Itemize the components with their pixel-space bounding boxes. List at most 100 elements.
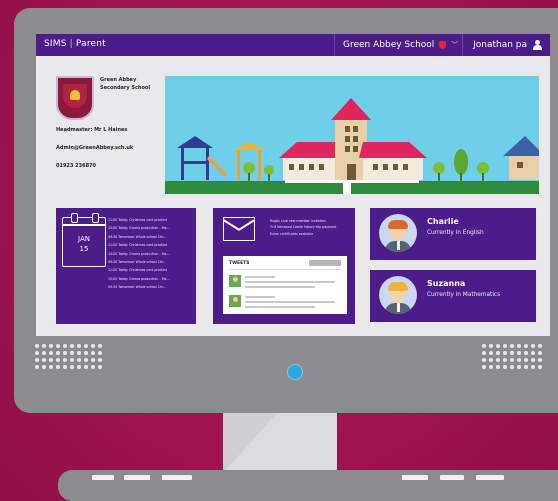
- calendar-day: 15: [79, 245, 89, 253]
- event-item[interactable]: 15:00 Today: Drama production – Ma...: [108, 275, 194, 283]
- student-avatar: [379, 276, 417, 314]
- speaker-hole: [84, 365, 88, 369]
- speaker-hole: [91, 365, 95, 369]
- student-card-charlie[interactable]: Charlie Currently in English: [370, 208, 536, 260]
- school-hero-illustration: [165, 76, 539, 194]
- calendar-month: JAN: [78, 235, 90, 243]
- speaker-hole: [91, 351, 95, 355]
- speaker-hole: [42, 344, 46, 348]
- stand-shadow: [223, 413, 277, 473]
- event-item[interactable]: 11:00 Today: Christmas card practice: [108, 216, 194, 224]
- event-item[interactable]: 09:30 Tomorrow: Whole school Chr...: [108, 233, 194, 241]
- speaker-hole: [489, 351, 493, 355]
- avatar-hair: [388, 282, 408, 291]
- speaker-hole: [510, 358, 514, 362]
- speaker-hole: [98, 358, 102, 362]
- speaker-hole: [35, 344, 39, 348]
- speaker-hole: [517, 344, 521, 348]
- speaker-hole: [56, 365, 60, 369]
- speaker-hole: [49, 365, 53, 369]
- speaker-hole: [482, 344, 486, 348]
- speaker-hole: [42, 358, 46, 362]
- speaker-hole: [482, 351, 486, 355]
- speaker-hole: [524, 358, 528, 362]
- speaker-hole: [489, 344, 493, 348]
- speaker-hole: [496, 351, 500, 355]
- speaker-hole: [538, 344, 542, 348]
- event-item[interactable]: 11:00 Today: Christmas card practice: [108, 266, 194, 274]
- tweets-title: TWEETS: [229, 261, 250, 266]
- speaker-hole: [42, 351, 46, 355]
- app-brand[interactable]: SIMS | Parent: [44, 39, 106, 49]
- speaker-hole: [98, 344, 102, 348]
- keyboard-key: [124, 475, 150, 480]
- event-item[interactable]: 09:30 Tomorrow: Whole school Chr...: [108, 283, 194, 291]
- crest-lion-icon: [63, 84, 87, 108]
- speaker-hole: [63, 351, 67, 355]
- speaker-hole: [496, 365, 500, 369]
- speaker-hole: [98, 365, 102, 369]
- speaker-hole: [510, 365, 514, 369]
- speaker-hole: [531, 344, 535, 348]
- user-name: Jonathan pa: [473, 40, 527, 50]
- event-list: 11:00 Today: Christmas card practice 15:…: [108, 216, 194, 292]
- app-name: SIMS: [44, 39, 67, 49]
- speaker-hole: [63, 365, 67, 369]
- student-name: Suzanna: [427, 279, 466, 288]
- power-light-icon[interactable]: [288, 365, 302, 379]
- speaker-hole: [70, 358, 74, 362]
- event-item[interactable]: 15:00 Today: Drama production – Ma...: [108, 224, 194, 232]
- event-item[interactable]: 09:30 Tomorrow: Whole school Chr...: [108, 258, 194, 266]
- section-name: Parent: [75, 39, 106, 49]
- student-card-suzanna[interactable]: Suzanna Currently in Mathematics: [370, 270, 536, 322]
- event-item[interactable]: 11:00 Today: Christmas card practice: [108, 241, 194, 249]
- speaker-hole: [531, 351, 535, 355]
- avatar-hair: [388, 220, 408, 229]
- speaker-hole: [524, 351, 528, 355]
- calendar-card[interactable]: JAN 15 11:00 Today: Christmas card pract…: [56, 208, 196, 324]
- speaker-hole: [84, 344, 88, 348]
- speaker-hole: [49, 358, 53, 362]
- speaker-hole: [510, 344, 514, 348]
- message-list: Rugby club new member invitation Yr 8 Ke…: [270, 218, 352, 237]
- speaker-hole: [482, 365, 486, 369]
- student-avatar: [379, 214, 417, 252]
- speaker-hole: [42, 365, 46, 369]
- school-email-link[interactable]: Admin@GreenAbbey.sch.uk: [56, 145, 133, 151]
- speaker-hole: [489, 358, 493, 362]
- event-item[interactable]: 15:00 Today: Drama production – Ma...: [108, 250, 194, 258]
- tweets-follow-button[interactable]: [309, 260, 341, 266]
- speaker-hole: [496, 344, 500, 348]
- tweet-item[interactable]: [229, 275, 341, 293]
- speaker-hole: [84, 358, 88, 362]
- speaker-hole: [56, 344, 60, 348]
- brand-divider: |: [69, 39, 73, 49]
- speaker-hole: [49, 351, 53, 355]
- speaker-hole: [35, 351, 39, 355]
- chevron-down-icon: ﹀: [451, 41, 459, 49]
- school-selector[interactable]: Green Abbey School ﹀: [334, 34, 458, 56]
- divider: [229, 269, 341, 270]
- speaker-hole: [517, 358, 521, 362]
- speaker-hole: [77, 344, 81, 348]
- speaker-hole: [503, 365, 507, 369]
- speaker-grille-right: [482, 344, 542, 369]
- speaker-hole: [56, 351, 60, 355]
- speaker-hole: [517, 351, 521, 355]
- message-item[interactable]: Exam certificates available: [270, 231, 352, 237]
- speaker-hole: [56, 358, 60, 362]
- speaker-hole: [538, 351, 542, 355]
- tweet-item[interactable]: [229, 295, 341, 313]
- tweets-panel: TWEETS: [223, 256, 347, 314]
- speaker-hole: [482, 358, 486, 362]
- speaker-hole: [70, 365, 74, 369]
- student-name: Charlie: [427, 217, 459, 226]
- user-menu[interactable]: Jonathan pa: [462, 34, 550, 56]
- messages-card[interactable]: Rugby club new member invitation Yr 8 Ke…: [213, 208, 355, 324]
- student-status: Currently in English: [427, 230, 484, 236]
- headmaster-text: Headmaster: Mr L Haines: [56, 127, 128, 133]
- school-crest: [56, 76, 94, 120]
- speaker-hole: [538, 358, 542, 362]
- speaker-hole: [524, 344, 528, 348]
- speaker-hole: [63, 344, 67, 348]
